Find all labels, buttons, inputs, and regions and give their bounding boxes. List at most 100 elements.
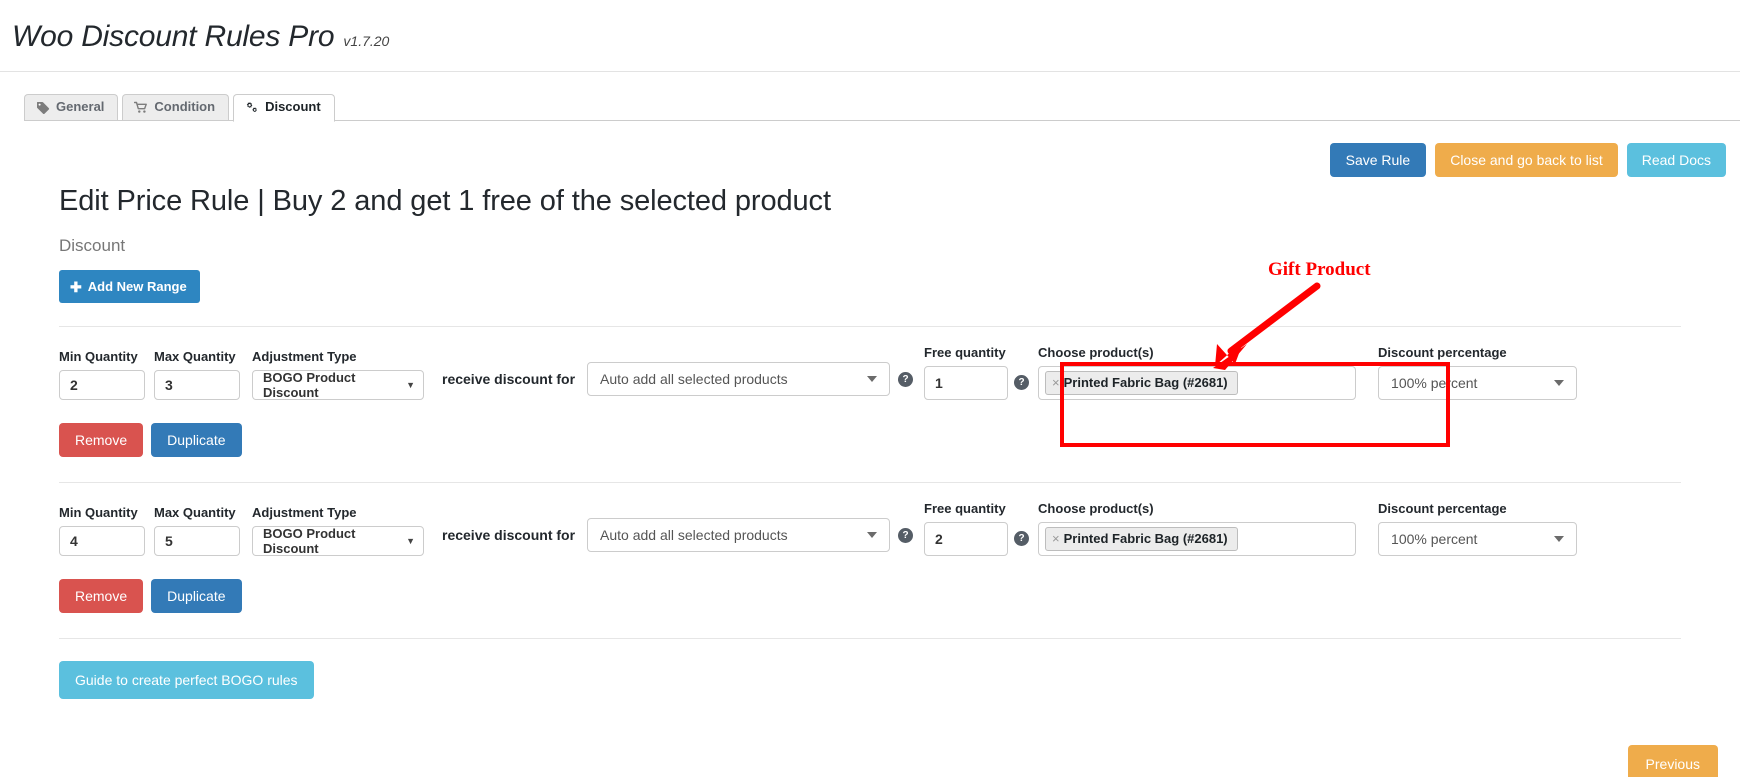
tab-general[interactable]: General (24, 94, 119, 121)
receive-discount-for-label: receive discount for (442, 527, 576, 543)
action-button-row: Save Rule Close and go back to list Read… (1329, 143, 1726, 177)
receive-discount-for-select[interactable]: Auto add all selected products (587, 362, 891, 396)
receive-discount-for-select[interactable]: Auto add all selected products (587, 518, 891, 552)
tag-icon (36, 101, 50, 115)
discount-percentage-select[interactable]: 100% percent (1378, 522, 1578, 556)
max-quantity-label: Max Quantity (154, 349, 236, 364)
rule-fields: Min Quantity Max Quantity Adjustment Typ… (0, 345, 1740, 400)
min-quantity-label: Min Quantity (59, 349, 138, 364)
bogo-guide-button[interactable]: Guide to create perfect BOGO rules (59, 661, 314, 699)
add-new-range-button[interactable]: ✚ Add New Range (59, 270, 200, 303)
tab-discount[interactable]: Discount (233, 94, 335, 122)
plus-icon: ✚ (70, 278, 82, 295)
product-token-label: Printed Fabric Bag (#2681) (1063, 374, 1228, 390)
rule-action-buttons: Remove Duplicate (0, 423, 1740, 457)
receive-discount-help-icon[interactable]: ? (898, 527, 914, 543)
discount-percentage-label: Discount percentage (1378, 345, 1507, 360)
save-rule-button[interactable]: Save Rule (1329, 143, 1427, 177)
chevron-down-icon (867, 532, 878, 538)
receive-discount-group: receive discount for Auto add all select… (442, 362, 914, 400)
min-quantity-label: Min Quantity (59, 505, 138, 520)
max-quantity-input[interactable] (154, 370, 240, 400)
adjustment-type-select[interactable]: BOGO Product Discount ▼ (252, 526, 424, 556)
remove-button[interactable]: Remove (59, 423, 144, 457)
close-and-go-back-button[interactable]: Close and go back to list (1435, 143, 1618, 177)
discount-rule-row: Min Quantity Max Quantity Adjustment Typ… (0, 327, 1740, 457)
gift-product-annotation-arrow (1213, 282, 1321, 370)
discount-percentage-select[interactable]: 100% percent (1378, 366, 1578, 400)
product-token[interactable]: × Printed Fabric Bag (#2681) (1045, 526, 1238, 552)
discount-percentage-value: 100% percent (1391, 375, 1478, 391)
chevron-down-icon: ▼ (406, 380, 415, 390)
read-docs-button[interactable]: Read Docs (1626, 143, 1726, 177)
adjustment-type-value: BOGO Product Discount (263, 370, 356, 400)
choose-products-field: Choose product(s) × Printed Fabric Bag (… (1038, 501, 1357, 556)
receive-discount-for-label: receive discount for (442, 371, 576, 387)
tab-general-label: General (56, 99, 105, 115)
gears-icon (245, 101, 259, 114)
free-quantity-input[interactable] (924, 522, 1009, 556)
app-version: v1.7.20 (343, 33, 390, 49)
adjustment-type-label: Adjustment Type (252, 349, 357, 364)
free-quantity-field: Free quantity (924, 501, 1009, 556)
adjustment-type-value: BOGO Product Discount (263, 526, 356, 556)
add-new-range-label: Add New Range (87, 279, 187, 294)
receive-discount-for-value: Auto add all selected products (600, 371, 788, 387)
app-header: Woo Discount Rules Pro v1.7.20 (0, 0, 1740, 54)
receive-discount-help-icon[interactable]: ? (898, 371, 914, 387)
chevron-down-icon: ▼ (406, 536, 415, 546)
section-divider-bottom (59, 638, 1681, 639)
duplicate-button[interactable]: Duplicate (151, 423, 242, 457)
header-divider (0, 71, 1740, 72)
chevron-down-icon (1554, 536, 1565, 542)
discount-percentage-label: Discount percentage (1378, 501, 1507, 516)
chevron-down-icon (867, 376, 878, 382)
duplicate-button[interactable]: Duplicate (151, 579, 242, 613)
min-quantity-field: Min Quantity (59, 505, 145, 556)
min-quantity-input[interactable] (59, 370, 145, 400)
adjustment-type-field: Adjustment Type BOGO Product Discount ▼ (252, 349, 424, 400)
receive-discount-for-value: Auto add all selected products (600, 527, 788, 543)
discount-percentage-value: 100% percent (1391, 531, 1478, 547)
choose-products-label: Choose product(s) (1038, 501, 1154, 516)
app-page: Woo Discount Rules Pro v1.7.20 General C… (0, 0, 1740, 777)
tab-bar: General Condition Discount (24, 91, 1740, 122)
tab-condition-label: Condition (154, 99, 216, 115)
rule-action-buttons: Remove Duplicate (0, 579, 1740, 613)
free-quantity-help-icon[interactable]: ? (1014, 375, 1030, 390)
remove-token-icon[interactable]: × (1052, 375, 1060, 391)
min-quantity-field: Min Quantity (59, 349, 145, 400)
adjustment-type-field: Adjustment Type BOGO Product Discount ▼ (252, 505, 424, 556)
guide-button-wrap: Guide to create perfect BOGO rules (0, 661, 1740, 699)
discount-rule-row: Min Quantity Max Quantity Adjustment Typ… (0, 483, 1740, 613)
min-quantity-input[interactable] (59, 526, 145, 556)
max-quantity-label: Max Quantity (154, 505, 236, 520)
product-token-label: Printed Fabric Bag (#2681) (1063, 530, 1228, 546)
tab-condition[interactable]: Condition (122, 94, 230, 121)
free-quantity-field: Free quantity (924, 345, 1009, 400)
free-quantity-input[interactable] (924, 366, 1009, 400)
choose-products-input[interactable]: × Printed Fabric Bag (#2681) (1038, 522, 1357, 556)
rule-fields: Min Quantity Max Quantity Adjustment Typ… (0, 501, 1740, 556)
product-token[interactable]: × Printed Fabric Bag (#2681) (1045, 370, 1238, 396)
discount-percentage-field: Discount percentage 100% percent (1378, 501, 1578, 556)
discount-percentage-field: Discount percentage 100% percent (1378, 345, 1578, 400)
free-quantity-label: Free quantity (924, 345, 1006, 360)
adjustment-type-label: Adjustment Type (252, 505, 357, 520)
page-title: Edit Price Rule | Buy 2 and get 1 free o… (59, 185, 831, 217)
remove-button[interactable]: Remove (59, 579, 144, 613)
max-quantity-field: Max Quantity (154, 349, 240, 400)
free-quantity-help-icon[interactable]: ? (1014, 531, 1030, 546)
cart-icon (134, 101, 148, 114)
receive-discount-group: receive discount for Auto add all select… (442, 518, 914, 556)
max-quantity-input[interactable] (154, 526, 240, 556)
adjustment-type-select[interactable]: BOGO Product Discount ▼ (252, 370, 424, 400)
tab-discount-label: Discount (265, 99, 321, 115)
chevron-down-icon (1554, 380, 1565, 386)
main-content: Edit Price Rule | Buy 2 and get 1 free o… (0, 185, 1740, 699)
remove-token-icon[interactable]: × (1052, 531, 1060, 547)
previous-button[interactable]: Previous (1627, 745, 1718, 777)
section-label: Discount (59, 236, 126, 255)
free-quantity-label: Free quantity (924, 501, 1006, 516)
app-title: Woo Discount Rules Pro (12, 20, 335, 53)
